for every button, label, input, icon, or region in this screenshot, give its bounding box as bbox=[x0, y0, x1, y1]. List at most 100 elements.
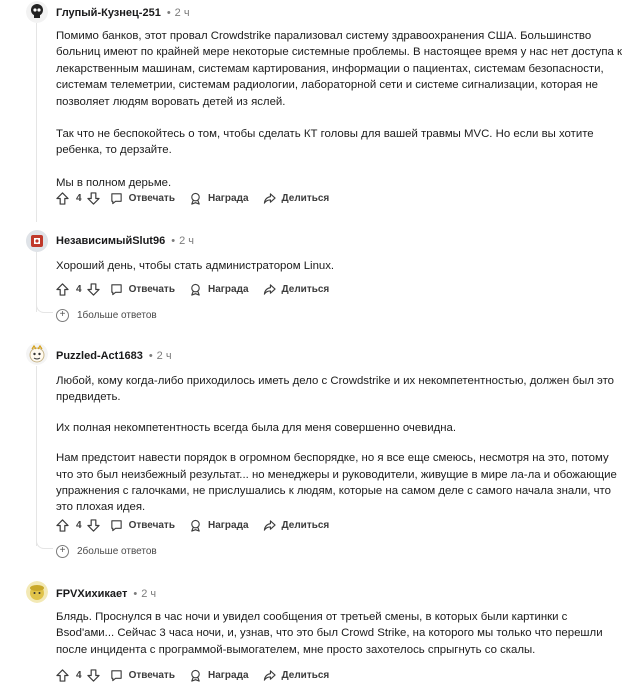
timestamp[interactable]: 2 ч bbox=[157, 350, 172, 362]
award-button[interactable]: Награда bbox=[189, 519, 249, 532]
author-name[interactable]: НезависимыйSlut96 bbox=[56, 235, 165, 247]
more-replies-button[interactable]: + 1больше ответов bbox=[56, 306, 157, 324]
downvote-icon[interactable] bbox=[86, 518, 100, 532]
comment-body: Блядь. Проснулся в час ночи и увидел соо… bbox=[56, 609, 622, 658]
avatar-icon bbox=[26, 581, 48, 603]
avatar[interactable] bbox=[26, 230, 48, 252]
share-label: Делиться bbox=[281, 192, 330, 204]
upvote-icon[interactable] bbox=[56, 668, 69, 682]
author-name[interactable]: FPVXихикает bbox=[56, 588, 127, 600]
share-icon bbox=[263, 519, 276, 531]
award-button[interactable]: Награда bbox=[189, 669, 249, 682]
downvote-icon[interactable] bbox=[86, 282, 100, 296]
share-label: Делиться bbox=[281, 519, 330, 531]
comment-header: Puzzled-Act1683 • 2 ч bbox=[56, 346, 172, 366]
more-replies-connector bbox=[36, 304, 53, 313]
comment-actions: 4 Отвечать Награда Делиться bbox=[56, 664, 343, 686]
reply-label: Отвечать bbox=[128, 519, 175, 531]
more-replies-connector bbox=[36, 540, 53, 549]
vote-group: 4 bbox=[56, 191, 100, 205]
avatar[interactable] bbox=[26, 581, 48, 603]
reply-label: Отвечать bbox=[128, 283, 175, 295]
reply-button[interactable]: Отвечать bbox=[110, 669, 175, 682]
timestamp[interactable]: 2 ч bbox=[141, 588, 156, 600]
comment-icon bbox=[110, 669, 122, 681]
avatar-icon bbox=[26, 230, 48, 252]
downvote-icon[interactable] bbox=[86, 668, 100, 682]
plus-circle-icon: + bbox=[56, 308, 69, 322]
thread-line bbox=[36, 366, 37, 546]
vote-count: 4 bbox=[76, 519, 82, 531]
author-name[interactable]: Puzzled-Act1683 bbox=[56, 350, 143, 362]
award-label: Награда bbox=[207, 669, 249, 681]
comment-actions: 4 Отвечать Награда Делиться bbox=[56, 187, 343, 209]
share-button[interactable]: Делиться bbox=[263, 669, 330, 682]
comment-paragraph: Хороший день, чтобы стать администраторо… bbox=[56, 260, 335, 272]
comment-actions: 4 Отвечать Награда Делиться bbox=[56, 514, 343, 536]
vote-count: 4 bbox=[76, 283, 82, 295]
skull-avatar-icon bbox=[26, 1, 48, 23]
award-button[interactable]: Награда bbox=[189, 283, 249, 296]
comment-icon bbox=[110, 283, 122, 295]
separator-dot: • bbox=[171, 235, 176, 247]
comment-body: Любой, кому когда-либо приходилось иметь… bbox=[56, 373, 622, 516]
avatar-icon bbox=[26, 343, 48, 365]
share-button[interactable]: Делиться bbox=[263, 519, 330, 532]
thread-line bbox=[36, 250, 37, 312]
author-name[interactable]: Глупый-Кузнец-251 bbox=[56, 7, 161, 19]
vote-group: 4 bbox=[56, 668, 100, 682]
upvote-icon[interactable] bbox=[56, 518, 69, 532]
comment-paragraph: Помимо банков, этот провал Crowdstrike п… bbox=[56, 30, 622, 108]
comment-header: НезависимыйSlut96 • 2 ч bbox=[56, 231, 194, 251]
award-icon bbox=[191, 283, 200, 296]
share-label: Делиться bbox=[281, 283, 330, 295]
reply-button[interactable]: Отвечать bbox=[110, 519, 175, 532]
vote-group: 4 bbox=[56, 282, 100, 296]
separator-dot: • bbox=[166, 7, 171, 19]
timestamp[interactable]: 2 ч bbox=[179, 235, 194, 247]
comment-body: Помимо банков, этот провал Crowdstrike п… bbox=[56, 28, 622, 191]
reply-button[interactable]: Отвечать bbox=[110, 283, 175, 296]
award-label: Награда bbox=[207, 192, 249, 204]
downvote-icon[interactable] bbox=[86, 191, 100, 205]
award-button[interactable]: Награда bbox=[189, 192, 249, 205]
avatar[interactable] bbox=[26, 1, 48, 23]
vote-count: 4 bbox=[76, 192, 82, 204]
reply-label: Отвечать bbox=[128, 192, 175, 204]
plus-circle-icon: + bbox=[56, 544, 69, 558]
award-label: Награда bbox=[207, 519, 249, 531]
share-icon bbox=[263, 669, 276, 681]
upvote-icon[interactable] bbox=[56, 282, 69, 296]
thread-line bbox=[36, 14, 37, 222]
share-icon bbox=[263, 192, 276, 204]
share-button[interactable]: Делиться bbox=[263, 192, 330, 205]
avatar[interactable] bbox=[26, 343, 48, 365]
separator-dot: • bbox=[148, 350, 153, 362]
comment-paragraph: Любой, кому когда-либо приходилось иметь… bbox=[56, 375, 615, 404]
share-button[interactable]: Делиться bbox=[263, 283, 330, 296]
more-replies-button[interactable]: + 2больше ответов bbox=[56, 542, 157, 560]
comment-paragraph: Их полная некомпетентность всегда была д… bbox=[56, 421, 457, 434]
comment-actions: 4 Отвечать Награда Делиться bbox=[56, 278, 343, 300]
more-replies-label: 2больше ответов bbox=[77, 545, 157, 557]
award-icon bbox=[191, 669, 200, 682]
separator-dot: • bbox=[133, 588, 138, 600]
comment-body: Хороший день, чтобы стать администраторо… bbox=[56, 258, 622, 274]
share-icon bbox=[263, 283, 276, 295]
upvote-icon[interactable] bbox=[56, 191, 69, 205]
comment-header: Глупый-Кузнец-251 • 2 ч bbox=[56, 3, 190, 23]
vote-group: 4 bbox=[56, 518, 100, 532]
award-icon bbox=[191, 519, 200, 532]
award-icon bbox=[191, 192, 200, 205]
more-replies-label: 1больше ответов bbox=[77, 309, 157, 321]
vote-count: 4 bbox=[76, 669, 82, 681]
reply-label: Отвечать bbox=[128, 669, 175, 681]
comment-paragraph: Нам предстоит навести порядок в огромном… bbox=[56, 452, 617, 514]
comment-paragraph: Так что не беспокойтесь о том, чтобы сде… bbox=[56, 128, 594, 157]
comment-icon bbox=[110, 519, 122, 531]
comment-header: FPVXихикает • 2 ч bbox=[56, 584, 156, 604]
award-label: Награда bbox=[207, 283, 249, 295]
share-label: Делиться bbox=[281, 669, 330, 681]
timestamp[interactable]: 2 ч bbox=[175, 7, 190, 19]
reply-button[interactable]: Отвечать bbox=[110, 192, 175, 205]
